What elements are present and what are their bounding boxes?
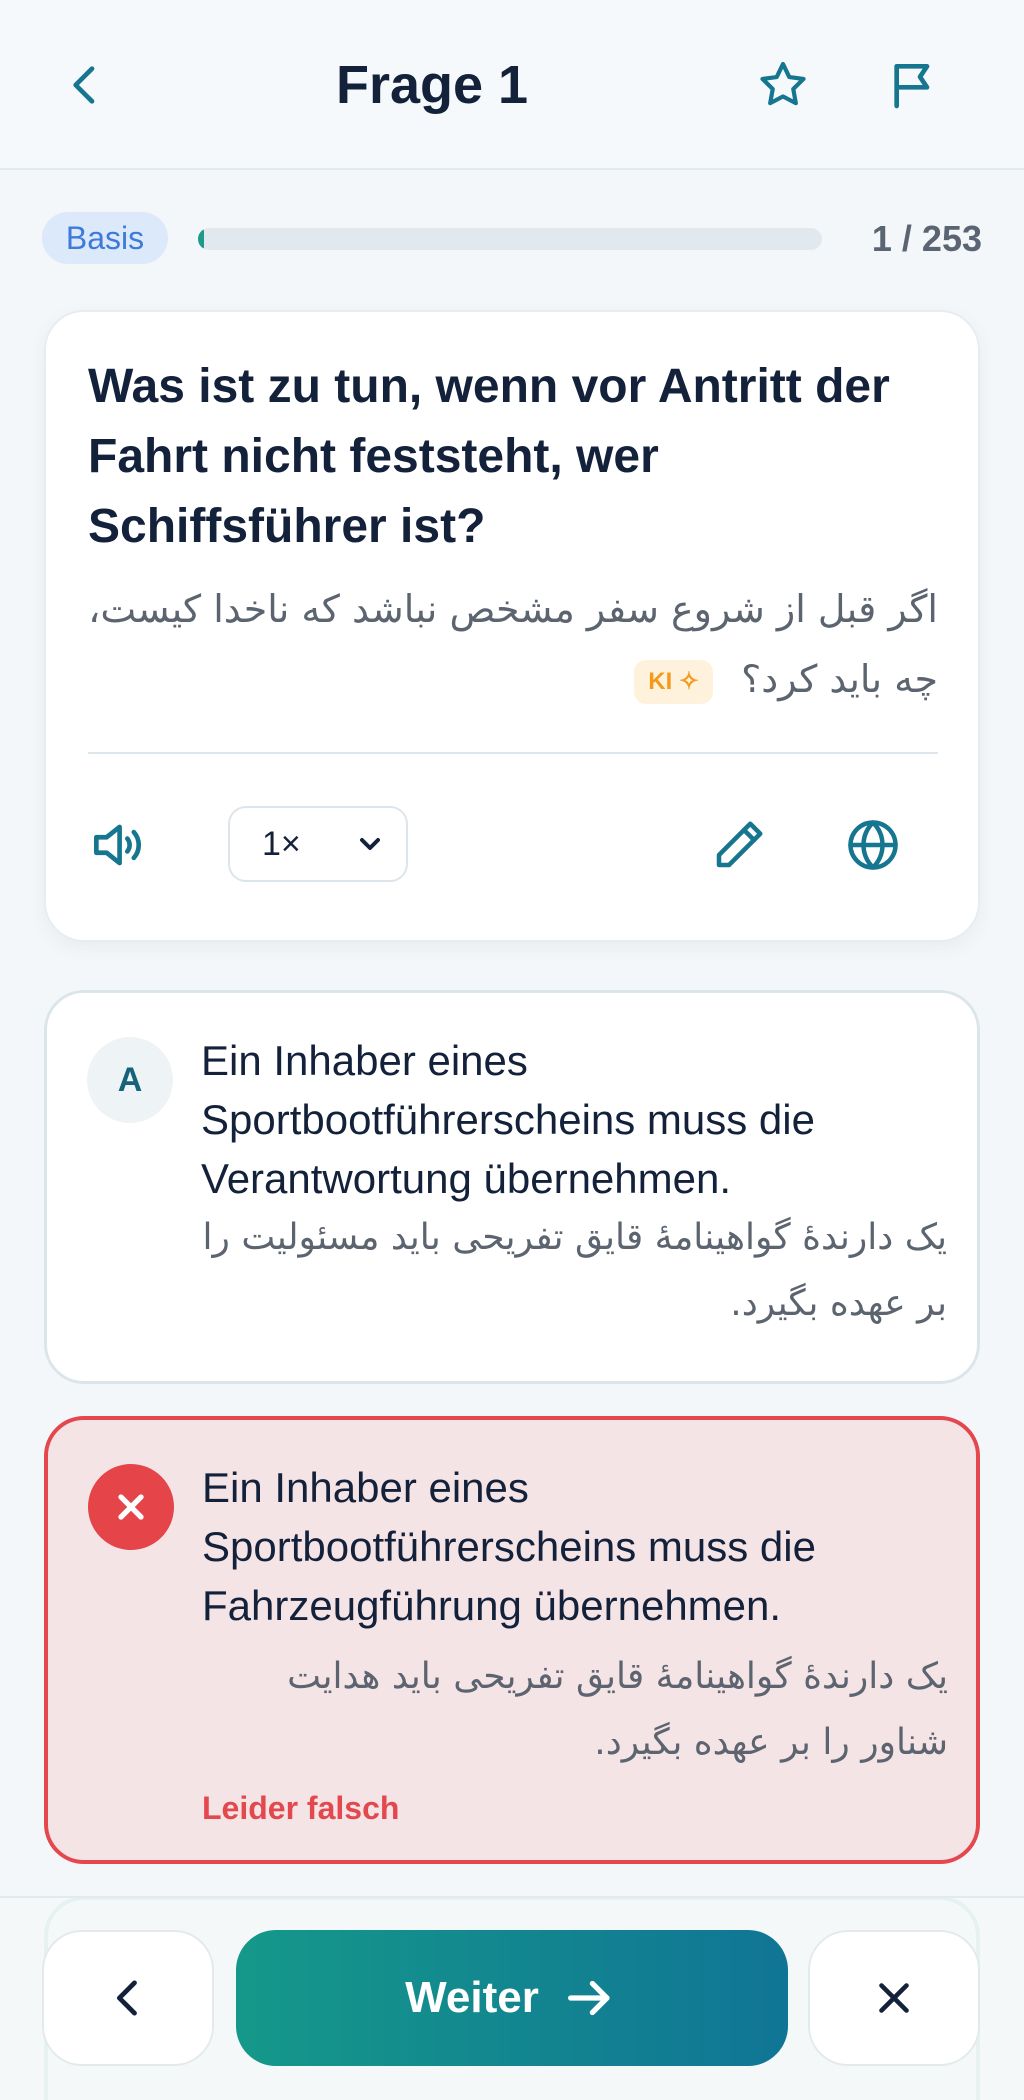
speaker-icon bbox=[94, 824, 142, 866]
ai-translation-badge: KI ✧ bbox=[634, 659, 714, 704]
divider bbox=[88, 752, 938, 754]
audio-button[interactable] bbox=[72, 800, 162, 890]
answer-text: Ein Inhaber eines Sportbootführerscheins… bbox=[202, 1464, 816, 1629]
speed-value: 1× bbox=[262, 824, 301, 863]
next-button[interactable]: Weiter bbox=[236, 1930, 788, 2066]
progress-bar bbox=[198, 228, 822, 250]
star-icon bbox=[760, 61, 806, 106]
option-letter: A bbox=[87, 1037, 173, 1123]
feedback-label: Leider falsch bbox=[202, 1790, 400, 1826]
previous-button[interactable] bbox=[42, 1930, 214, 2066]
back-button[interactable] bbox=[40, 40, 130, 130]
translate-button[interactable] bbox=[828, 800, 918, 890]
x-icon bbox=[118, 1494, 144, 1520]
globe-icon bbox=[848, 820, 898, 870]
question-translation: اگر قبل از شروع سفر مشخص نباشد که ناخدا … bbox=[88, 574, 938, 714]
answer-translation: یک دارندهٔ گواهینامهٔ قایق تفریحی باید ه… bbox=[287, 1656, 948, 1763]
arrow-right-icon bbox=[567, 1980, 610, 2016]
page-title: Frage 1 bbox=[335, 55, 529, 115]
pencil-icon bbox=[716, 821, 763, 868]
report-button[interactable] bbox=[868, 40, 958, 130]
question-text: Was ist zu tun, wenn vor Antritt der Fah… bbox=[88, 360, 890, 553]
close-icon bbox=[879, 1983, 909, 2013]
progress-count: 1 / 253 bbox=[871, 218, 982, 259]
level-badge: Basis bbox=[42, 212, 168, 264]
progress-fill bbox=[198, 228, 205, 250]
chevron-left-icon bbox=[116, 1980, 137, 2016]
edit-button[interactable] bbox=[694, 800, 784, 890]
flag-icon bbox=[894, 63, 930, 109]
top-app-bar: Frage 1 bbox=[0, 0, 1024, 170]
next-button-label: Weiter bbox=[405, 1973, 539, 2022]
answer-translation: یک دارندهٔ گواهینامهٔ قایق تفریحی باید م… bbox=[202, 1217, 947, 1324]
speed-select[interactable]: 1× bbox=[228, 806, 408, 882]
answer-option-b[interactable]: Ein Inhaber eines Sportbootführerscheins… bbox=[44, 1416, 980, 1864]
favorite-button[interactable] bbox=[738, 40, 828, 130]
chevron-down-icon bbox=[360, 838, 380, 850]
answer-text: Ein Inhaber eines Sportbootführerscheins… bbox=[201, 1037, 815, 1202]
answer-option-a[interactable]: A Ein Inhaber eines Sportbootführerschei… bbox=[44, 990, 980, 1384]
question-translation-text: اگر قبل از شروع سفر مشخص نباشد که ناخدا … bbox=[88, 587, 938, 701]
close-button[interactable] bbox=[808, 1930, 980, 2066]
wrong-indicator bbox=[88, 1464, 174, 1550]
chevron-left-icon bbox=[73, 66, 95, 104]
